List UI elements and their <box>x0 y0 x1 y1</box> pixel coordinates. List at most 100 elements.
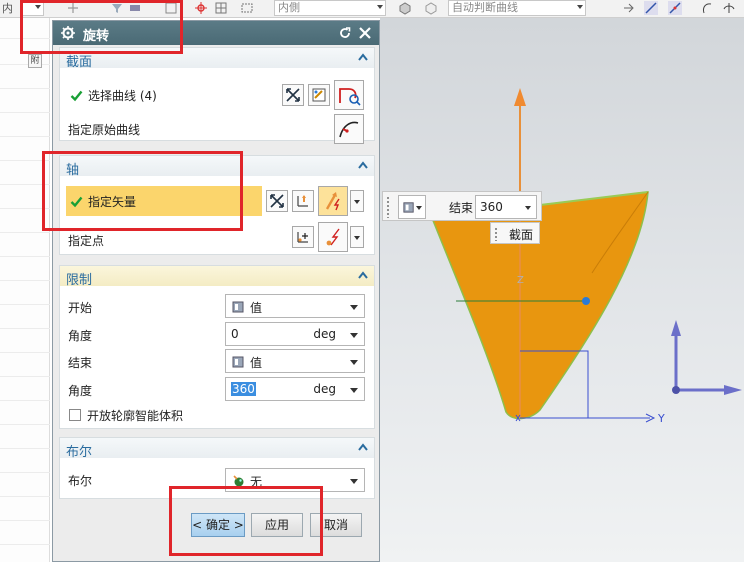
swap-direction-button[interactable] <box>282 84 304 106</box>
start-type-select[interactable]: 值 <box>225 294 365 318</box>
triad-y-arrow-icon <box>724 385 742 395</box>
revolved-cone-solid[interactable] <box>430 191 649 420</box>
end-label: 结束 <box>68 356 93 370</box>
strip-divider <box>0 136 50 137</box>
chevron-up-icon[interactable] <box>358 443 368 451</box>
close-icon[interactable] <box>357 25 373 41</box>
strip-divider <box>0 280 50 281</box>
triad-z-arrow-icon <box>671 320 681 336</box>
cube-icon[interactable] <box>424 1 438 15</box>
highlight-axis-box <box>42 151 243 231</box>
chevron-up-icon[interactable] <box>358 161 368 169</box>
drag-grip-handle[interactable] <box>386 196 390 218</box>
specify-origin-curve-label: 指定原始曲线 <box>68 123 141 137</box>
origin-curve-icon <box>339 121 359 138</box>
section-group: 截面 选择曲线 (4) 指定原始曲线 <box>59 47 375 144</box>
point-snap-icon[interactable] <box>194 1 208 15</box>
value-type-icon <box>403 202 414 213</box>
inferred-point-button[interactable] <box>318 222 348 252</box>
line-tool-icon[interactable] <box>644 1 658 15</box>
start-angle-value: 0 <box>231 327 239 341</box>
vector-constructor-icon <box>297 195 308 207</box>
cross-arrows-icon <box>286 88 300 102</box>
strip-divider <box>0 472 50 473</box>
end-type-value: 值 <box>250 356 263 370</box>
boolean-label: 布尔 <box>68 474 93 488</box>
onscreen-end-label: 结束 <box>449 201 474 215</box>
onscreen-input-box: 结束 360 <box>382 191 542 221</box>
chevron-up-icon[interactable] <box>358 53 368 61</box>
inferred-vector-icon <box>325 192 340 211</box>
strip-divider <box>0 544 50 545</box>
checkmark-icon <box>70 90 83 102</box>
inferred-point-icon <box>326 228 340 246</box>
limits-group-header[interactable]: 限制 <box>60 266 374 288</box>
graphics-viewport[interactable]: Y Z <box>380 18 744 562</box>
reset-icon[interactable] <box>337 25 353 41</box>
body-type-combo[interactable]: 内側 <box>274 0 386 16</box>
point-type-dropdown[interactable] <box>350 226 364 248</box>
open-profile-checkbox[interactable] <box>69 409 81 421</box>
cross-arrows-icon <box>270 194 284 208</box>
window-select-icon[interactable] <box>240 1 254 15</box>
chevron-down-icon <box>350 388 358 393</box>
part-navigator-strip <box>0 18 50 562</box>
inferred-vector-button[interactable] <box>318 186 348 216</box>
curve-selection-button[interactable] <box>334 80 364 110</box>
navigator-column-header[interactable]: 附 <box>28 54 42 68</box>
strip-divider <box>0 256 50 257</box>
origin-curve-button[interactable] <box>334 114 364 144</box>
solid-face-icon[interactable] <box>398 1 412 15</box>
trim-tool-icon[interactable] <box>722 1 736 15</box>
onscreen-end-input[interactable]: 360 <box>475 195 537 219</box>
end-angle-value: 360 <box>231 382 256 396</box>
chevron-down-icon <box>350 360 358 365</box>
grid-snap-icon[interactable] <box>214 1 228 15</box>
chevron-up-icon[interactable] <box>358 271 368 279</box>
start-label: 开始 <box>68 301 93 315</box>
arc-tool-icon[interactable] <box>700 1 714 15</box>
y-axis-label: Y <box>657 412 665 425</box>
chevron-down-icon <box>416 206 422 210</box>
onscreen-end-type-button[interactable] <box>398 195 426 219</box>
start-type-value: 值 <box>250 301 263 315</box>
reverse-vector-button[interactable] <box>266 190 288 212</box>
onscreen-end-value: 360 <box>480 200 503 214</box>
chevron-down-icon <box>350 305 358 310</box>
section-tooltip: 截面 <box>490 222 540 244</box>
select-curve-label: 选择曲线 (4) <box>88 89 157 103</box>
boolean-group-header[interactable]: 布尔 <box>60 438 374 460</box>
strip-divider <box>0 232 50 233</box>
end-angle-input[interactable]: 360 deg <box>225 377 365 401</box>
revolve-dialog: 旋转 截面 选择曲线 (4) 指定原始曲线 轴 指定矢量 指定点 限制 开始 值… <box>52 20 380 562</box>
end-type-select[interactable]: 值 <box>225 349 365 373</box>
drag-grip-handle[interactable] <box>494 227 498 241</box>
strip-divider <box>0 88 50 89</box>
strip-divider <box>0 448 50 449</box>
axis-arrow-head-icon[interactable] <box>514 88 526 106</box>
strip-divider <box>0 520 50 521</box>
sketch-section-button[interactable] <box>308 84 330 106</box>
line-tool-2-icon[interactable] <box>668 1 682 15</box>
curve-select-icon <box>339 88 361 106</box>
limits-group-title: 限制 <box>66 273 93 288</box>
end-angle-label: 角度 <box>68 384 93 398</box>
open-profile-label: 开放轮廓智能体积 <box>87 409 184 423</box>
vector-type-dropdown[interactable] <box>350 190 364 212</box>
arrow-right-icon[interactable] <box>622 1 636 15</box>
start-angle-input[interactable]: 0 deg <box>225 322 365 346</box>
vector-dialog-button[interactable] <box>292 190 314 212</box>
point-constructor-icon <box>297 232 308 243</box>
z-axis-label: Z <box>517 275 524 286</box>
toolbar-fragment-label: 内 <box>2 2 13 15</box>
curve-rule-combo[interactable]: 自动判断曲线 <box>448 0 586 16</box>
value-type-icon <box>232 301 244 313</box>
sketch-icon <box>312 88 326 102</box>
strip-divider <box>0 64 50 65</box>
triad-origin <box>672 386 680 394</box>
highlight-buttons-box <box>169 486 323 556</box>
point-dialog-button[interactable] <box>292 226 314 248</box>
section-point-handle[interactable] <box>582 297 590 305</box>
section-tooltip-text: 截面 <box>509 228 534 242</box>
strip-divider <box>0 400 50 401</box>
